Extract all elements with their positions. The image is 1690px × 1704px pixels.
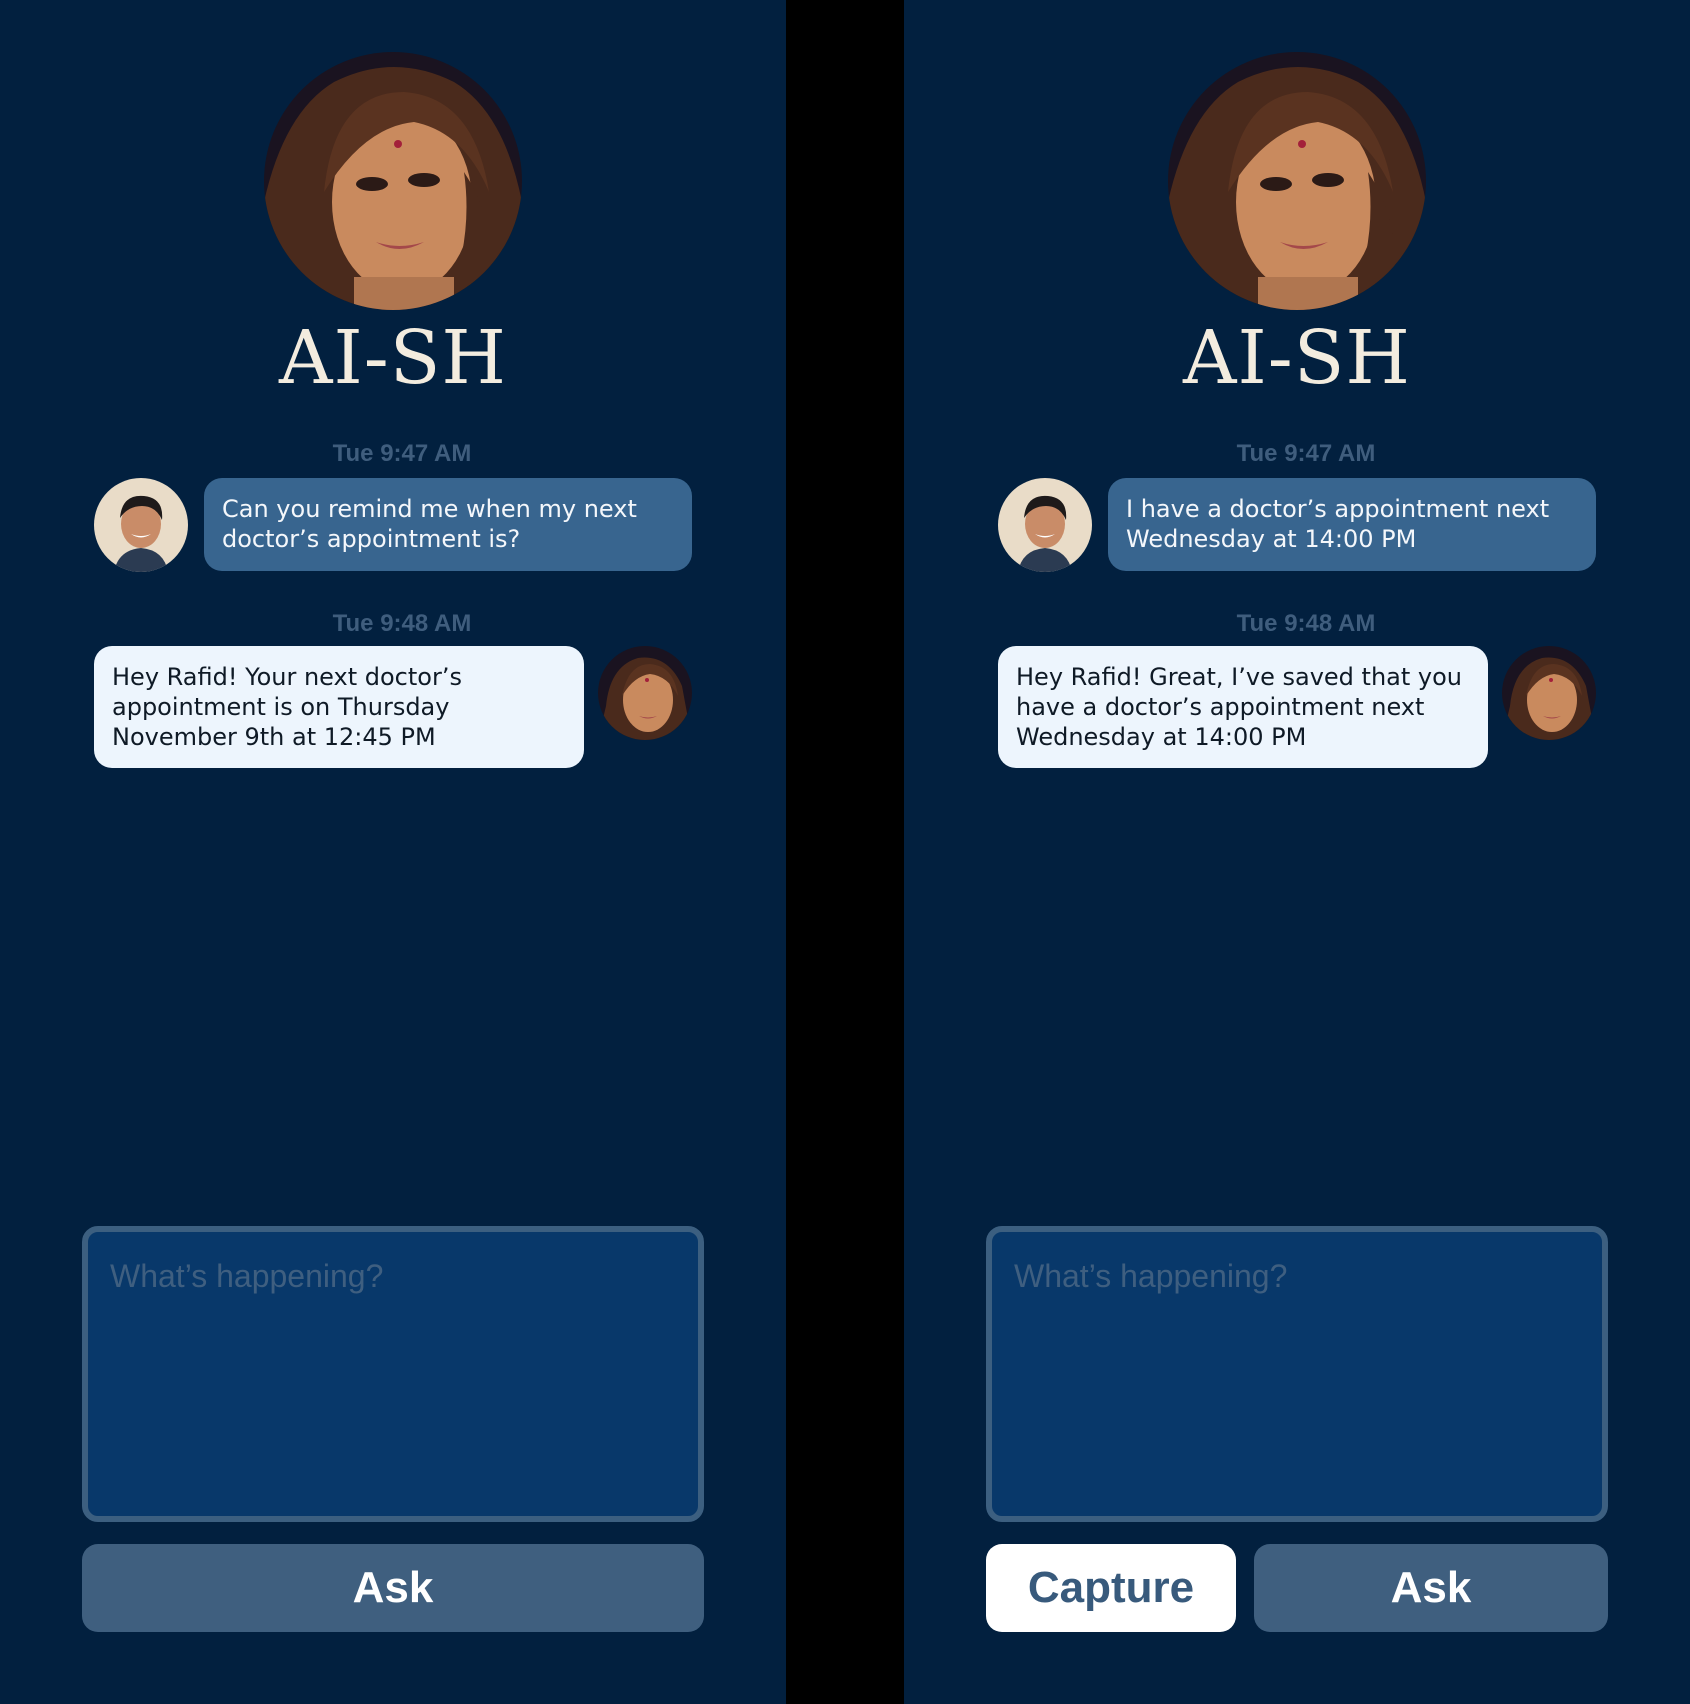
app-title: AI-SH xyxy=(279,315,507,401)
ask-button[interactable]: Ask xyxy=(1254,1544,1608,1632)
user-message-bubble: Can you remind me when my next doctor’s … xyxy=(204,478,692,571)
assistant-profile-photo xyxy=(264,52,522,310)
message-timestamp: Tue 9:47 AM xyxy=(332,440,472,467)
chat-screen-capture: AI-SH Tue 9:47 AM I have a doctor’s appo… xyxy=(904,0,1690,1704)
user-avatar xyxy=(94,478,188,572)
assistant-message-bubble: Hey Rafid! Your next doctor’s appointmen… xyxy=(94,646,584,768)
message-timestamp: Tue 9:48 AM xyxy=(1236,610,1376,637)
app-title: AI-SH xyxy=(1183,315,1411,401)
message-timestamp: Tue 9:47 AM xyxy=(1236,440,1376,467)
assistant-avatar xyxy=(598,646,692,740)
assistant-avatar xyxy=(1502,646,1596,740)
message-input[interactable] xyxy=(110,1258,676,1490)
message-input[interactable] xyxy=(1014,1258,1580,1490)
message-composer[interactable] xyxy=(82,1226,704,1522)
assistant-profile-photo xyxy=(1168,52,1426,310)
chat-screen-ask: AI-SH Tue 9:47 AM Can you remind me when… xyxy=(0,0,786,1704)
assistant-message-bubble: Hey Rafid! Great, I’ve saved that you ha… xyxy=(998,646,1488,768)
user-avatar xyxy=(998,478,1092,572)
ask-button[interactable]: Ask xyxy=(82,1544,704,1632)
capture-button[interactable]: Capture xyxy=(986,1544,1236,1632)
message-composer[interactable] xyxy=(986,1226,1608,1522)
message-timestamp: Tue 9:48 AM xyxy=(332,610,472,637)
user-message-bubble: I have a doctor’s appointment next Wedne… xyxy=(1108,478,1596,571)
